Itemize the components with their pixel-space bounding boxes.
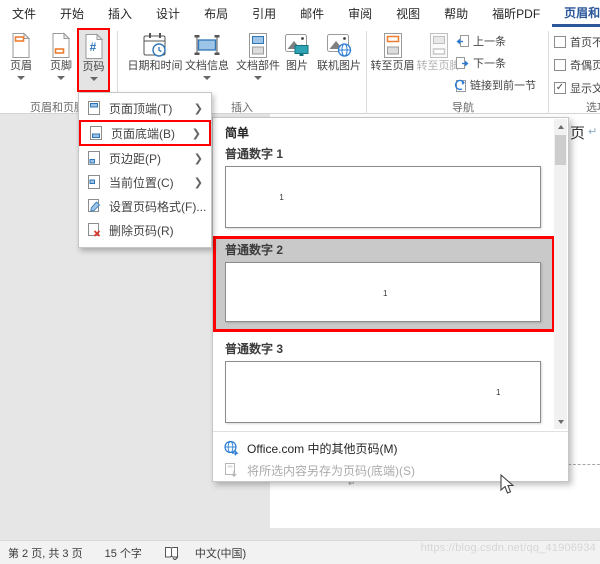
online-picture-icon [326,30,352,60]
chevron-down-icon [57,76,65,80]
mouse-cursor-icon [500,474,514,495]
gallery-header: 简单 [225,124,555,142]
word-count[interactable]: 15 个字 [105,545,142,561]
bottom-of-page-icon [89,125,103,141]
tab-foxit-pdf[interactable]: 福昕PDF [480,0,552,27]
group-label-header-footer: 页眉和页脚 [30,99,85,115]
menu-item-top-of-page[interactable]: 页面顶端(T) ❯ [79,96,211,120]
chevron-down-icon [254,76,262,80]
footer-button[interactable]: 页脚 [43,30,79,92]
link-to-previous-button[interactable]: 链接到前一节 [452,77,536,93]
more-page-numbers-office-com[interactable]: Office.com 中的其他页码(M) ❯ [223,437,555,459]
picture-button[interactable]: 图片 [282,30,312,92]
page-number-icon: # [83,31,105,61]
doc-info-button[interactable]: 文档信息 [181,30,233,92]
datetime-button[interactable]: 日期和时间 [126,30,184,92]
gallery-item-plain-number-2-annotation-box: 普通数字 2 1 [213,236,555,332]
tab-mailings[interactable]: 邮件 [288,0,336,27]
bottom-of-page-annotation-box: 页面底端(B) ❯ [79,120,211,146]
format-page-numbers-icon [87,198,101,214]
proofing-status-icon[interactable] [164,546,179,560]
gallery-scrollbar[interactable] [554,119,567,429]
previous-button[interactable]: 上一条 [455,33,506,49]
document-text: 页 [570,122,585,143]
tab-view[interactable]: 视图 [384,0,432,27]
menu-item-remove-page-numbers[interactable]: 删除页码(R) [79,218,211,242]
word-window: { "tabs": { "items": [ {"label":"文件"},{"… [0,0,600,564]
scrollbar-up-arrow[interactable] [554,119,567,134]
gallery-item-label: 普通数字 2 [225,242,541,258]
goto-header-button[interactable]: 转至页眉 [370,30,415,92]
gallery-item-plain-number-3[interactable]: 1 [225,361,541,423]
datetime-icon [142,30,168,60]
gallery-item-plain-number-2[interactable]: 1 [225,262,541,322]
page-number-button[interactable]: # 页码 [79,31,108,93]
next-button[interactable]: 下一条 [455,55,506,71]
doc-parts-icon [247,30,269,60]
page-number-annotation-box: # 页码 [77,28,110,92]
page-indicator[interactable]: 第 2 页, 共 3 页 [8,545,83,561]
menu-item-page-margins[interactable]: 页边距(P) ❯ [79,146,211,170]
header-icon [10,30,32,60]
language-indicator[interactable]: 中文(中国) [195,545,246,561]
footer-icon [50,30,72,60]
ribbon-tab-bar: 文件 开始 插入 设计 布局 引用 邮件 审阅 视图 帮助 福昕PDF 页眉和页… [0,0,600,27]
scrollbar-down-arrow[interactable] [554,414,567,429]
chevron-down-icon [90,77,98,81]
tab-file[interactable]: 文件 [0,0,48,27]
menu-item-format-page-numbers[interactable]: 设置页码格式(F)... [79,194,211,218]
menu-item-current-position[interactable]: 当前位置(C) ❯ [79,170,211,194]
online-picture-button[interactable]: 联机图片 [314,30,364,92]
next-icon [455,56,470,71]
tab-layout[interactable]: 布局 [192,0,240,27]
csdn-watermark: https://blog.csdn.net/qq_41906934 [421,542,596,554]
gallery-item-plain-number-1[interactable]: 1 [225,166,541,228]
page-margins-icon [87,150,101,166]
preview-page-number: 1 [496,388,500,397]
chevron-down-icon [203,76,211,80]
header-button[interactable]: 页眉 [3,30,39,92]
gallery-item-label: 普通数字 3 [225,341,555,357]
footer-boundary-dashed-line [568,464,600,465]
goto-header-icon [382,30,404,60]
tab-insert[interactable]: 插入 [96,0,144,27]
preview-page-number: 1 [279,193,283,202]
remove-page-numbers-icon [87,222,101,238]
gallery-item-label: 普通数字 1 [225,146,555,162]
top-of-page-icon [87,100,101,116]
preview-page-number: 1 [383,289,387,298]
save-selection-icon [223,462,239,478]
group-label-navigation: 导航 [452,99,474,115]
paragraph-mark-icon: ↵ [588,125,597,138]
goto-footer-icon [428,30,450,60]
group-label-insert: 插入 [231,99,253,115]
scrollbar-thumb[interactable] [555,135,566,165]
globe-icon [223,440,239,456]
menu-item-bottom-of-page[interactable]: 页面底端(B) ❯ [81,122,209,144]
svg-text:#: # [89,40,96,54]
previous-icon [455,34,470,49]
tab-help[interactable]: 帮助 [432,0,480,27]
group-label-options: 选项 [586,99,600,115]
doc-parts-button[interactable]: 文档部件 [232,30,284,92]
tab-review[interactable]: 审阅 [336,0,384,27]
show-document-text-checkbox[interactable]: ✓ 显示文档文字 [554,80,600,96]
picture-icon [284,30,310,60]
different-odd-even-checkbox[interactable]: 奇偶页不同 [554,57,600,73]
current-position-icon [87,174,101,190]
tab-references[interactable]: 引用 [240,0,288,27]
tab-design[interactable]: 设计 [144,0,192,27]
chevron-down-icon [17,76,25,80]
page-number-gallery-panel: 简单 普通数字 1 1 普通数字 2 1 普通数字 3 1 Office.com… [212,117,569,482]
page-number-dropdown-menu: 页面顶端(T) ❯ 页面底端(B) ❯ 页边距(P) ❯ 当前位置(C) ❯ 设… [78,92,212,248]
different-first-page-checkbox[interactable]: 首页不同 [554,34,600,50]
tab-home[interactable]: 开始 [48,0,96,27]
gallery-separator [213,431,568,432]
doc-info-icon [193,30,221,60]
tab-header-footer[interactable]: 页眉和页脚 [552,0,600,27]
link-to-previous-icon [452,78,467,93]
